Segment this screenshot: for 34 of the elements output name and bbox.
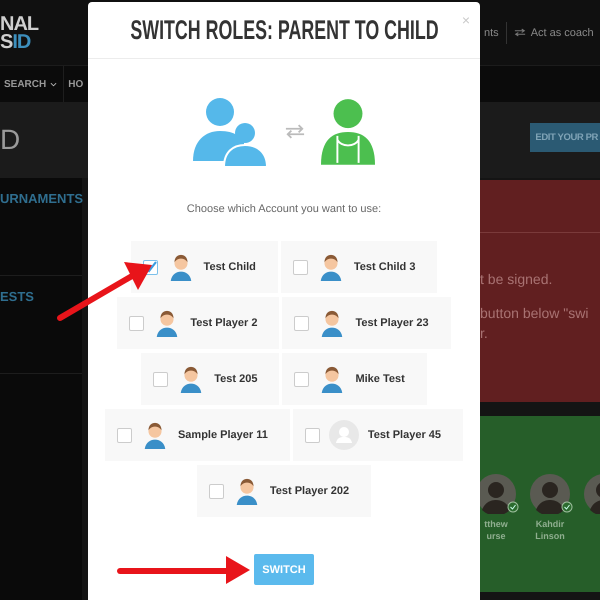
sidebar-item[interactable]: ESTS <box>0 289 34 304</box>
account-option[interactable]: Test 205 <box>141 353 280 405</box>
account-option[interactable]: Test Player 23 <box>282 297 451 349</box>
parent-and-child-icon <box>193 95 269 167</box>
checkbox[interactable] <box>294 316 310 330</box>
logo-text: NAL <box>0 14 38 32</box>
checkbox[interactable] <box>116 428 132 442</box>
header-link[interactable]: nts <box>484 26 499 38</box>
account-option[interactable]: Mike Test <box>282 353 427 405</box>
logo-text: SID <box>0 32 30 50</box>
checkbox[interactable] <box>292 260 308 274</box>
account-option[interactable]: Test Child 3 <box>280 241 438 293</box>
account-option[interactable]: Sample Player 11 <box>104 409 290 461</box>
account-option[interactable]: Test Player 45 <box>292 409 464 461</box>
notice-text: r. <box>480 324 489 343</box>
checkbox[interactable] <box>294 372 310 386</box>
checkbox[interactable] <box>129 316 144 330</box>
swap-arrows-icon <box>514 28 526 37</box>
header-link[interactable]: Act as coach <box>530 26 594 38</box>
modal-title: SWITCH ROLES: PARENT TO CHILD <box>130 14 438 46</box>
account-option[interactable]: Test Player 202 <box>196 465 372 517</box>
prompt-text: Choose which Account you want to use: <box>186 203 382 215</box>
swap-arrows-icon <box>285 124 305 138</box>
checkbox[interactable] <box>208 484 224 498</box>
child-icon <box>321 97 375 165</box>
account-option[interactable]: Test Child <box>130 241 278 293</box>
account-option[interactable]: Test Player 2 <box>117 297 280 349</box>
sidebar-item[interactable]: URNAMENTS <box>0 191 84 206</box>
avatar-icon <box>530 474 570 514</box>
checkbox[interactable] <box>304 428 320 442</box>
checkbox[interactable] <box>153 372 168 386</box>
page-heading: D <box>0 124 20 156</box>
notice-text: t be signed. <box>480 270 554 289</box>
notice-text: button below "swi <box>480 304 590 323</box>
